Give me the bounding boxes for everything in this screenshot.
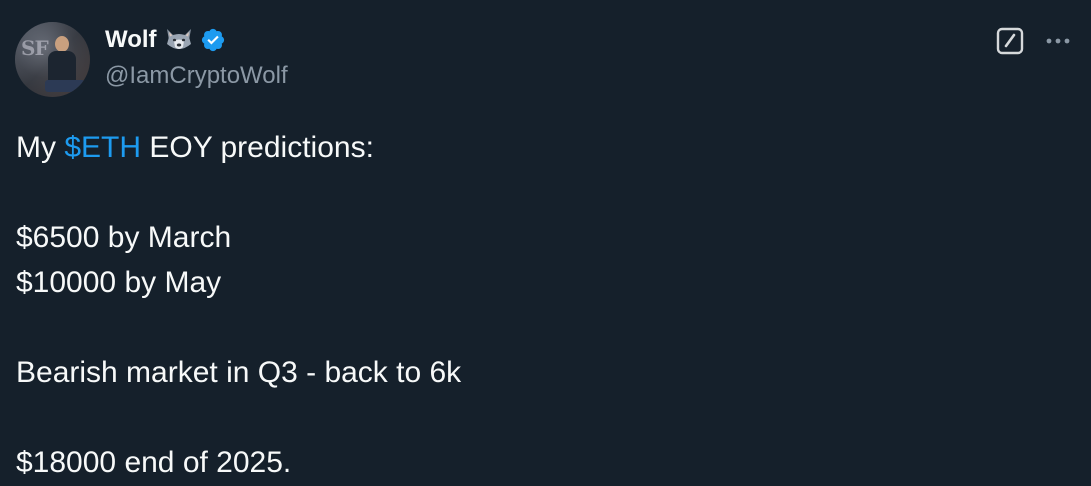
- tweet-line-1-suffix: EOY predictions:: [141, 131, 374, 164]
- tweet-card: SF Wolf @IamCryptoWolf My $ETH EOY predi…: [0, 0, 1091, 486]
- author-handle[interactable]: @IamCryptoWolf: [105, 62, 288, 90]
- avatar-figure-legs: [45, 80, 85, 92]
- tweet-line-5: $18000 end of 2025.: [16, 446, 292, 479]
- cashtag-link[interactable]: $ETH: [64, 131, 141, 164]
- author-display-name[interactable]: Wolf: [105, 26, 157, 54]
- tweet-text: My $ETH EOY predictions: $6500 by March …: [16, 125, 461, 485]
- avatar-graffiti: SF: [21, 36, 49, 60]
- grok-icon[interactable]: [996, 27, 1024, 55]
- avatar-figure-head: [55, 36, 69, 52]
- wolf-emoji-icon: [164, 27, 194, 53]
- profile-avatar[interactable]: SF: [15, 22, 90, 97]
- more-dots-icon[interactable]: [1041, 28, 1075, 54]
- verified-badge-icon[interactable]: [200, 27, 226, 53]
- tweet-header: Wolf @IamCryptoWolf: [105, 26, 288, 90]
- name-row: Wolf: [105, 26, 288, 54]
- tweet-line-2: $6500 by March: [16, 221, 232, 254]
- tweet-line-1: My $ETH EOY predictions:: [16, 125, 461, 170]
- tweet-line-3: $10000 by May: [16, 266, 222, 299]
- tweet-line-4: Bearish market in Q3 - back to 6k: [16, 356, 462, 389]
- tweet-line-1-prefix: My: [16, 131, 65, 164]
